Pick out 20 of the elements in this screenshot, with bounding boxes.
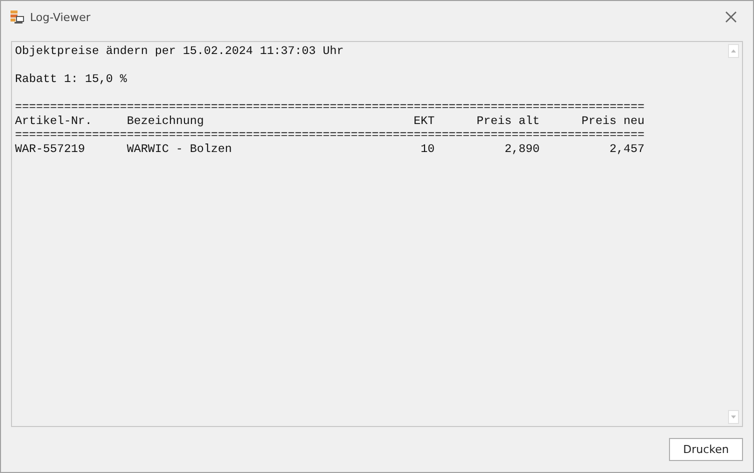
table-cell: 2,457 bbox=[610, 142, 645, 156]
log-line: Objektpreise ändern per 15.02.2024 11:37:03 Uhr bbox=[15, 44, 344, 58]
print-button[interactable]: Drucken bbox=[669, 438, 743, 461]
column-header: Preis neu bbox=[582, 114, 645, 128]
table-cell: WARWIC - Bolzen bbox=[126, 142, 232, 156]
log-line: Rabatt 1: 15,0 % bbox=[15, 72, 127, 86]
column-header: Artikel-Nr. bbox=[15, 114, 92, 128]
separator-line: ========================================================================================== bbox=[15, 100, 645, 114]
app-icon bbox=[10, 10, 24, 24]
scroll-down-icon[interactable] bbox=[728, 410, 739, 424]
table-cell: 10 bbox=[420, 142, 435, 156]
table-cell: WAR-557219 bbox=[15, 142, 85, 156]
column-header: Bezeichnung bbox=[126, 114, 204, 128]
table-cell: 2,890 bbox=[504, 142, 540, 156]
separator-line: ========================================================================================== bbox=[15, 128, 645, 142]
column-header: Preis alt bbox=[476, 114, 540, 128]
scroll-up-icon[interactable] bbox=[728, 44, 739, 58]
column-header: EKT bbox=[414, 114, 435, 128]
window-title: Log-Viewer bbox=[30, 10, 90, 24]
close-icon[interactable] bbox=[725, 11, 737, 23]
